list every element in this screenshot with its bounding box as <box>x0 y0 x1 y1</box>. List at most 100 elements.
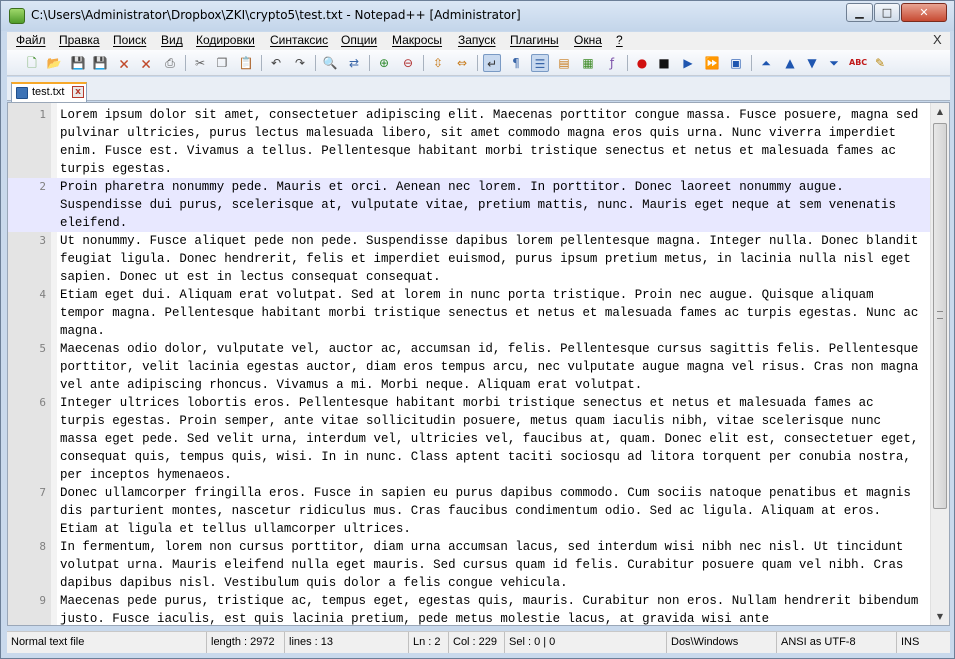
toolbar-separator <box>261 55 262 71</box>
save-icon[interactable]: 💾 <box>69 54 87 72</box>
sync-vertical-icon[interactable]: ⇳ <box>429 54 447 72</box>
line-text[interactable]: Maecenas odio dolor, vulputate vel, auct… <box>60 340 920 394</box>
saved-file-icon <box>16 87 28 99</box>
editor-line[interactable]: 5 Maecenas odio dolor, vulputate vel, auc… <box>8 340 930 394</box>
menu-plugins[interactable]: Плагины <box>510 33 559 47</box>
doc-map-icon[interactable]: ▦ <box>579 54 597 72</box>
menu-file[interactable]: Файл <box>16 33 46 47</box>
scrollbar-thumb[interactable] <box>933 123 947 509</box>
menu-run[interactable]: Запуск <box>458 33 496 47</box>
run-macro-multiple-icon[interactable]: ⏩ <box>703 54 721 72</box>
zoom-out-icon[interactable]: ⊖ <box>399 54 417 72</box>
line-text[interactable]: Maecenas pede purus, tristique ac, tempu… <box>60 592 920 625</box>
status-bar: Normal text file length : 2972 lines : 1… <box>7 631 950 653</box>
save-macro-icon[interactable]: ▣ <box>727 54 745 72</box>
menu-macros[interactable]: Макросы <box>392 33 442 47</box>
editor-line[interactable]: 8 In fermentum, lorem non cursus porttito… <box>8 538 930 592</box>
spell-check-icon[interactable]: ABC <box>849 54 867 72</box>
tab-label: test.txt <box>32 86 65 98</box>
text-editor[interactable]: 1 Lorem ipsum dolor sit amet, consectetue… <box>7 102 950 626</box>
editor-line[interactable]: 1 Lorem ipsum dolor sit amet, consectetue… <box>8 106 930 178</box>
menu-options[interactable]: Опции <box>341 33 377 47</box>
print-icon[interactable]: ⎙ <box>161 54 179 72</box>
editor-line[interactable]: 7 Donec ullamcorper fringilla eros. Fusce… <box>8 484 930 538</box>
undo-icon[interactable]: ↶ <box>267 54 285 72</box>
toolbar-separator <box>315 55 316 71</box>
status-length: length : 2972 <box>207 632 285 653</box>
notepadpp-app-icon <box>9 8 25 24</box>
editor-line[interactable]: 9 Maecenas pede purus, tristique ac, temp… <box>8 592 930 625</box>
close-document-button[interactable]: X <box>933 32 942 47</box>
line-number: 7 <box>39 486 46 499</box>
play-macro-icon[interactable]: ▶ <box>679 54 697 72</box>
editor-line[interactable]: 4 Etiam eget dui. Aliquam erat volutpat. … <box>8 286 930 340</box>
close-all-icon[interactable]: 🗙 <box>137 54 155 72</box>
line-text[interactable]: In fermentum, lorem non cursus porttitor… <box>60 538 920 592</box>
open-file-icon[interactable]: 📂 <box>45 54 63 72</box>
scrollbar-grip-icon <box>937 311 943 319</box>
editor-line[interactable]: 2 Proin pharetra nonummy pede. Mauris et … <box>8 178 930 232</box>
status-file-type: Normal text file <box>7 632 207 653</box>
status-col: Col : 229 <box>449 632 505 653</box>
line-text[interactable]: Lorem ipsum dolor sit amet, consectetuer… <box>60 106 920 178</box>
status-sel: Sel : 0 | 0 <box>505 632 667 653</box>
line-text[interactable]: Donec ullamcorper fringilla eros. Fusce … <box>60 484 920 538</box>
find-icon[interactable]: 🔍 <box>321 54 339 72</box>
toolbar: 🗋 📂 💾 💾 🗙 🗙 ⎙ ✂ ❐ 📋 ↶ ↷ 🔍 ⇄ ⊕ ⊖ ⇳ ⇔ ↵ ¶ … <box>7 50 950 76</box>
paste-icon[interactable]: 📋 <box>237 54 255 72</box>
maximize-button[interactable]: □ <box>874 3 900 22</box>
sync-horizontal-icon[interactable]: ⇔ <box>453 54 471 72</box>
line-number: 5 <box>39 342 46 355</box>
menu-windows[interactable]: Окна <box>574 33 602 47</box>
editor-lines: 1 Lorem ipsum dolor sit amet, consectetue… <box>8 106 930 625</box>
word-wrap-icon[interactable]: ↵ <box>483 54 501 72</box>
function-list-icon[interactable]: ƒ <box>603 54 621 72</box>
minimize-button[interactable]: ▁ <box>846 3 873 22</box>
line-number: 1 <box>39 108 46 121</box>
editor-line[interactable]: 6 Integer ultrices lobortis eros. Pellent… <box>8 394 930 484</box>
vertical-scrollbar[interactable]: ▲ ▼ <box>930 103 949 625</box>
window-title: C:\Users\Administrator\Dropbox\ZKI\crypt… <box>31 8 521 22</box>
record-macro-icon[interactable]: ● <box>633 54 651 72</box>
replace-icon[interactable]: ⇄ <box>345 54 363 72</box>
show-all-chars-icon[interactable]: ¶ <box>507 54 525 72</box>
move-down-icon[interactable]: ⏷ <box>825 54 843 72</box>
indent-guide-icon[interactable]: ☰ <box>531 54 549 72</box>
line-text[interactable]: Etiam eget dui. Aliquam erat volutpat. S… <box>60 286 920 340</box>
prev-bookmark-icon[interactable]: ▲ <box>781 54 799 72</box>
line-text[interactable]: Ut nonummy. Fusce aliquet pede non pede.… <box>60 232 920 286</box>
status-lines: lines : 13 <box>285 632 409 653</box>
menu-syntax[interactable]: Синтаксис <box>270 33 328 47</box>
editor-line[interactable]: 3 Ut nonummy. Fusce aliquet pede non pede… <box>8 232 930 286</box>
status-eol: Dos\Windows <box>667 632 777 653</box>
line-number: 8 <box>39 540 46 553</box>
menu-help[interactable]: ? <box>616 33 623 47</box>
zoom-in-icon[interactable]: ⊕ <box>375 54 393 72</box>
next-bookmark-icon[interactable]: ▼ <box>803 54 821 72</box>
cut-icon[interactable]: ✂ <box>191 54 209 72</box>
line-text[interactable]: Integer ultrices lobortis eros. Pellente… <box>60 394 920 484</box>
tab-test-txt[interactable]: test.txt x <box>11 82 87 102</box>
trim-icon[interactable]: ✎ <box>871 54 889 72</box>
new-file-icon[interactable]: 🗋 <box>23 54 41 72</box>
menu-search[interactable]: Поиск <box>113 33 146 47</box>
tab-close-icon[interactable]: x <box>72 86 84 98</box>
copy-icon[interactable]: ❐ <box>213 54 231 72</box>
close-window-button[interactable]: ✕ <box>901 3 947 22</box>
scroll-up-arrow-icon[interactable]: ▲ <box>932 103 948 120</box>
redo-icon[interactable]: ↷ <box>291 54 309 72</box>
user-defined-lang-icon[interactable]: ▤ <box>555 54 573 72</box>
toolbar-separator <box>369 55 370 71</box>
toolbar-separator <box>185 55 186 71</box>
menu-view[interactable]: Вид <box>161 33 183 47</box>
menu-encoding[interactable]: Кодировки <box>196 33 255 47</box>
menu-edit[interactable]: Правка <box>59 33 100 47</box>
close-icon[interactable]: 🗙 <box>115 54 133 72</box>
notepadpp-window: C:\Users\Administrator\Dropbox\ZKI\crypt… <box>0 0 955 659</box>
stop-record-icon[interactable]: ■ <box>655 54 673 72</box>
line-text[interactable]: Proin pharetra nonummy pede. Mauris et o… <box>60 178 920 232</box>
move-up-icon[interactable]: ⏶ <box>757 54 775 72</box>
title-bar[interactable]: C:\Users\Administrator\Dropbox\ZKI\crypt… <box>1 1 954 31</box>
scroll-down-arrow-icon[interactable]: ▼ <box>932 608 948 625</box>
save-all-icon[interactable]: 💾 <box>91 54 109 72</box>
